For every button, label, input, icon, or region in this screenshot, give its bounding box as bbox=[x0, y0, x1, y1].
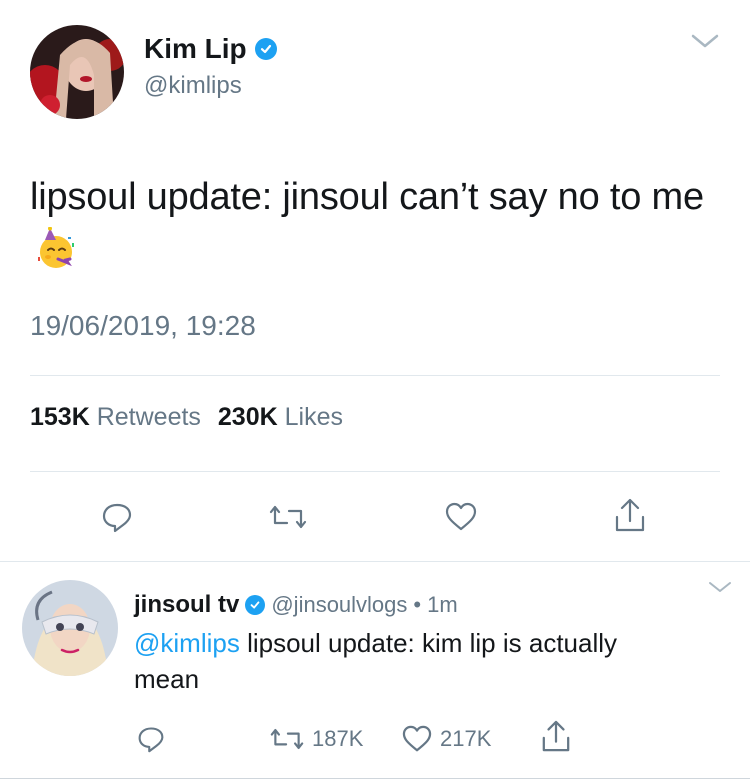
author-name[interactable]: Kim Lip bbox=[144, 33, 247, 65]
tweet-timestamp[interactable]: 19/06/2019, 19:28 bbox=[30, 310, 256, 342]
tweet-stats: 153K Retweets 230K Likes bbox=[30, 403, 343, 432]
reply-chevron-down-icon[interactable] bbox=[706, 580, 734, 594]
likes-count: 230K bbox=[217, 403, 278, 431]
reply-text-line-2: mean bbox=[134, 664, 200, 694]
divider bbox=[30, 375, 720, 376]
retweets-count: 153K bbox=[30, 403, 90, 431]
like-icon[interactable] bbox=[444, 500, 478, 534]
verified-badge-icon bbox=[254, 38, 277, 60]
reply-author-name[interactable]: jinsoul tv bbox=[134, 591, 239, 619]
verified-badge-icon bbox=[245, 595, 266, 615]
retweet-icon[interactable] bbox=[268, 502, 308, 532]
divider bbox=[30, 471, 720, 472]
retweet-count: 187K bbox=[312, 726, 364, 751]
share-icon[interactable] bbox=[613, 496, 647, 534]
reply-author-avatar[interactable] bbox=[22, 580, 118, 676]
meta-separator: • bbox=[413, 592, 422, 617]
author-avatar[interactable] bbox=[30, 25, 124, 119]
reply-like-button[interactable]: 217K bbox=[402, 724, 491, 754]
retweets-label: Retweets bbox=[96, 403, 201, 431]
reply-author-handle[interactable]: @jinsoulvlogs bbox=[271, 592, 407, 618]
divider bbox=[0, 561, 750, 562]
reply-reply-icon[interactable] bbox=[136, 724, 166, 754]
reply-text-line-1: lipsoul update: kim lip is actually bbox=[239, 628, 618, 658]
reply-like-icon bbox=[402, 725, 432, 753]
chevron-down-icon[interactable] bbox=[688, 32, 722, 50]
divider bbox=[0, 778, 750, 779]
like-count: 217K bbox=[440, 726, 492, 751]
likes-stat[interactable]: 230K Likes bbox=[218, 403, 343, 431]
retweets-stat[interactable]: 153K Retweets bbox=[30, 403, 208, 431]
reply-retweet-icon bbox=[270, 726, 304, 752]
reply-time[interactable]: 1m bbox=[427, 592, 458, 618]
likes-label: Likes bbox=[284, 403, 343, 431]
reply-icon[interactable] bbox=[100, 500, 134, 534]
tweet-body: lipsoul update: jinsoul can’t say no to … bbox=[30, 176, 704, 218]
reply-retweet-button[interactable]: 187K bbox=[270, 724, 363, 754]
mention-link[interactable]: @kimlips bbox=[134, 628, 240, 658]
partying-face-emoji-icon bbox=[34, 226, 78, 271]
reply-text: @kimlips lipsoul update: kim lip is actu… bbox=[134, 625, 724, 697]
reply-share-icon[interactable] bbox=[540, 718, 572, 754]
author-handle[interactable]: @kimlips bbox=[144, 72, 242, 100]
tweet-text: lipsoul update: jinsoul can’t say no to … bbox=[30, 172, 720, 272]
